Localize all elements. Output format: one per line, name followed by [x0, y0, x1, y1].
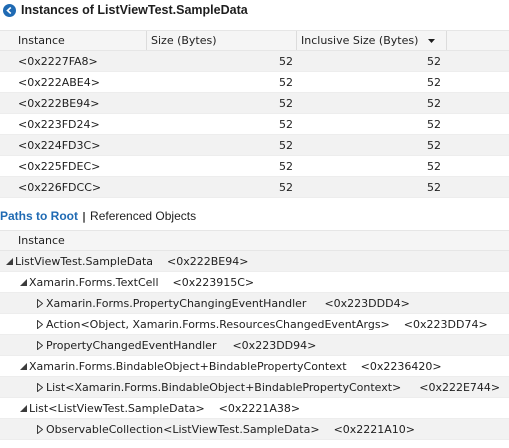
tree-node-address: <0x2236420>: [360, 359, 442, 373]
back-arrow-icon[interactable]: [3, 3, 16, 17]
inclusive-size-cell: 52: [427, 54, 441, 68]
table-row[interactable]: <0x2227FA8> 52 52: [0, 51, 509, 72]
tree-node-type: ObservableCollection<ListViewTest.Sample…: [46, 422, 320, 436]
instance-cell: <0x225FDEC>: [18, 159, 101, 173]
expanded-triangle-icon[interactable]: [18, 277, 28, 287]
tree-node-type: Xamarin.Forms.TextCell: [29, 275, 159, 289]
size-cell: 52: [279, 96, 293, 110]
tree-row[interactable]: Xamarin.Forms.BindableObject+BindablePro…: [0, 356, 509, 377]
tree-node-address: <0x222BE94>: [167, 254, 249, 268]
collapsed-triangle-icon[interactable]: [35, 382, 45, 392]
column-header-inclusive-size[interactable]: Inclusive Size (Bytes): [297, 31, 447, 50]
paths-tree: Instance ListViewTest.SampleData <0x222BE…: [0, 230, 509, 440]
collapsed-triangle-icon[interactable]: [35, 319, 45, 329]
tree-node-address: <0x2221A10>: [333, 422, 416, 436]
collapsed-triangle-icon[interactable]: [35, 424, 45, 434]
expanded-triangle-icon[interactable]: [4, 256, 14, 266]
tree-header[interactable]: Instance: [0, 230, 509, 251]
tab-separator: |: [82, 209, 87, 223]
tree-row[interactable]: List<ListViewTest.SampleData> <0x2221A38>: [0, 398, 509, 419]
tree-row[interactable]: ListViewTest.SampleData <0x222BE94>: [0, 251, 509, 272]
tree-node-type: Action<Object, Xamarin.Forms.ResourcesCh…: [46, 317, 390, 331]
tree-row[interactable]: Action<Object, Xamarin.Forms.ResourcesCh…: [0, 314, 509, 335]
column-header-size[interactable]: Size (Bytes): [147, 31, 297, 50]
instance-cell: <0x223FD24>: [18, 117, 100, 131]
tree-node-type: Xamarin.Forms.PropertyChangingEventHandl…: [46, 296, 307, 310]
inclusive-size-cell: 52: [427, 75, 441, 89]
tree-node-address: <0x223DD74>: [403, 317, 488, 331]
table-row[interactable]: <0x225FDEC> 52 52: [0, 156, 509, 177]
instance-cell: <0x226FDCC>: [18, 180, 102, 194]
tree-row[interactable]: ObservableCollection<ListViewTest.Sample…: [0, 419, 509, 440]
instance-cell: <0x222ABE4>: [18, 75, 100, 89]
inclusive-size-cell: 52: [427, 117, 441, 131]
size-cell: 52: [279, 180, 293, 194]
instance-cell: <0x222BE94>: [18, 96, 100, 110]
title-bar: Instances of ListViewTest.SampleData: [0, 0, 509, 20]
instances-table: Instance Size (Bytes) Inclusive Size (By…: [0, 30, 509, 198]
tree-body: ListViewTest.SampleData <0x222BE94> Xamari…: [0, 251, 509, 440]
tree-node-address: <0x223DDD4>: [324, 296, 410, 310]
inclusive-size-cell: 52: [427, 96, 441, 110]
table-row[interactable]: <0x223FD24> 52 52: [0, 114, 509, 135]
tree-node-address: <0x223915C>: [172, 275, 255, 289]
table-body: <0x2227FA8> 52 52 <0x222ABE4> 52 52 <0x222BE94…: [0, 51, 509, 198]
inclusive-size-cell: 52: [427, 138, 441, 152]
tab-referenced-objects[interactable]: Referenced Objects: [90, 209, 196, 223]
table-row[interactable]: <0x222ABE4> 52 52: [0, 72, 509, 93]
table-row[interactable]: <0x224FD3C> 52 52: [0, 135, 509, 156]
tree-node-type: List<ListViewTest.SampleData>: [29, 401, 205, 415]
column-header-instance[interactable]: Instance: [0, 31, 147, 50]
tree-node-address: <0x223DD94>: [232, 338, 317, 352]
size-cell: 52: [279, 159, 293, 173]
tree-node-address: <0x222E744>: [419, 380, 501, 394]
tree-node-address: <0x2221A38>: [218, 401, 301, 415]
instance-cell: <0x2227FA8>: [18, 54, 98, 68]
table-header: Instance Size (Bytes) Inclusive Size (By…: [0, 30, 509, 51]
sort-descending-icon: [428, 38, 436, 43]
size-cell: 52: [279, 75, 293, 89]
expanded-triangle-icon[interactable]: [18, 361, 28, 371]
reference-tabs: Paths to Root | Referenced Objects: [0, 208, 196, 224]
tree-row[interactable]: PropertyChangedEventHandler <0x223DD94>: [0, 335, 509, 356]
inclusive-size-cell: 52: [427, 159, 441, 173]
table-row[interactable]: <0x226FDCC> 52 52: [0, 177, 509, 198]
page-title: Instances of ListViewTest.SampleData: [21, 3, 248, 17]
inclusive-size-cell: 52: [427, 180, 441, 194]
table-row[interactable]: <0x222BE94> 52 52: [0, 93, 509, 114]
tree-node-type: List<Xamarin.Forms.BindableObject+Bindab…: [46, 380, 402, 394]
tree-node-type: PropertyChangedEventHandler: [46, 338, 217, 352]
expanded-triangle-icon[interactable]: [18, 403, 28, 413]
instance-cell: <0x224FD3C>: [18, 138, 101, 152]
tree-row[interactable]: Xamarin.Forms.TextCell <0x223915C>: [0, 272, 509, 293]
tree-row[interactable]: List<Xamarin.Forms.BindableObject+Bindab…: [0, 377, 509, 398]
collapsed-triangle-icon[interactable]: [35, 298, 45, 308]
size-cell: 52: [279, 54, 293, 68]
tree-node-type: Xamarin.Forms.BindableObject+BindablePro…: [29, 359, 347, 373]
size-cell: 52: [279, 117, 293, 131]
size-cell: 52: [279, 138, 293, 152]
column-header-filler: [447, 31, 509, 50]
tab-paths-to-root[interactable]: Paths to Root: [0, 209, 78, 223]
tree-row[interactable]: Xamarin.Forms.PropertyChangingEventHandl…: [0, 293, 509, 314]
tree-node-type: ListViewTest.SampleData: [15, 254, 153, 268]
collapsed-triangle-icon[interactable]: [35, 340, 45, 350]
